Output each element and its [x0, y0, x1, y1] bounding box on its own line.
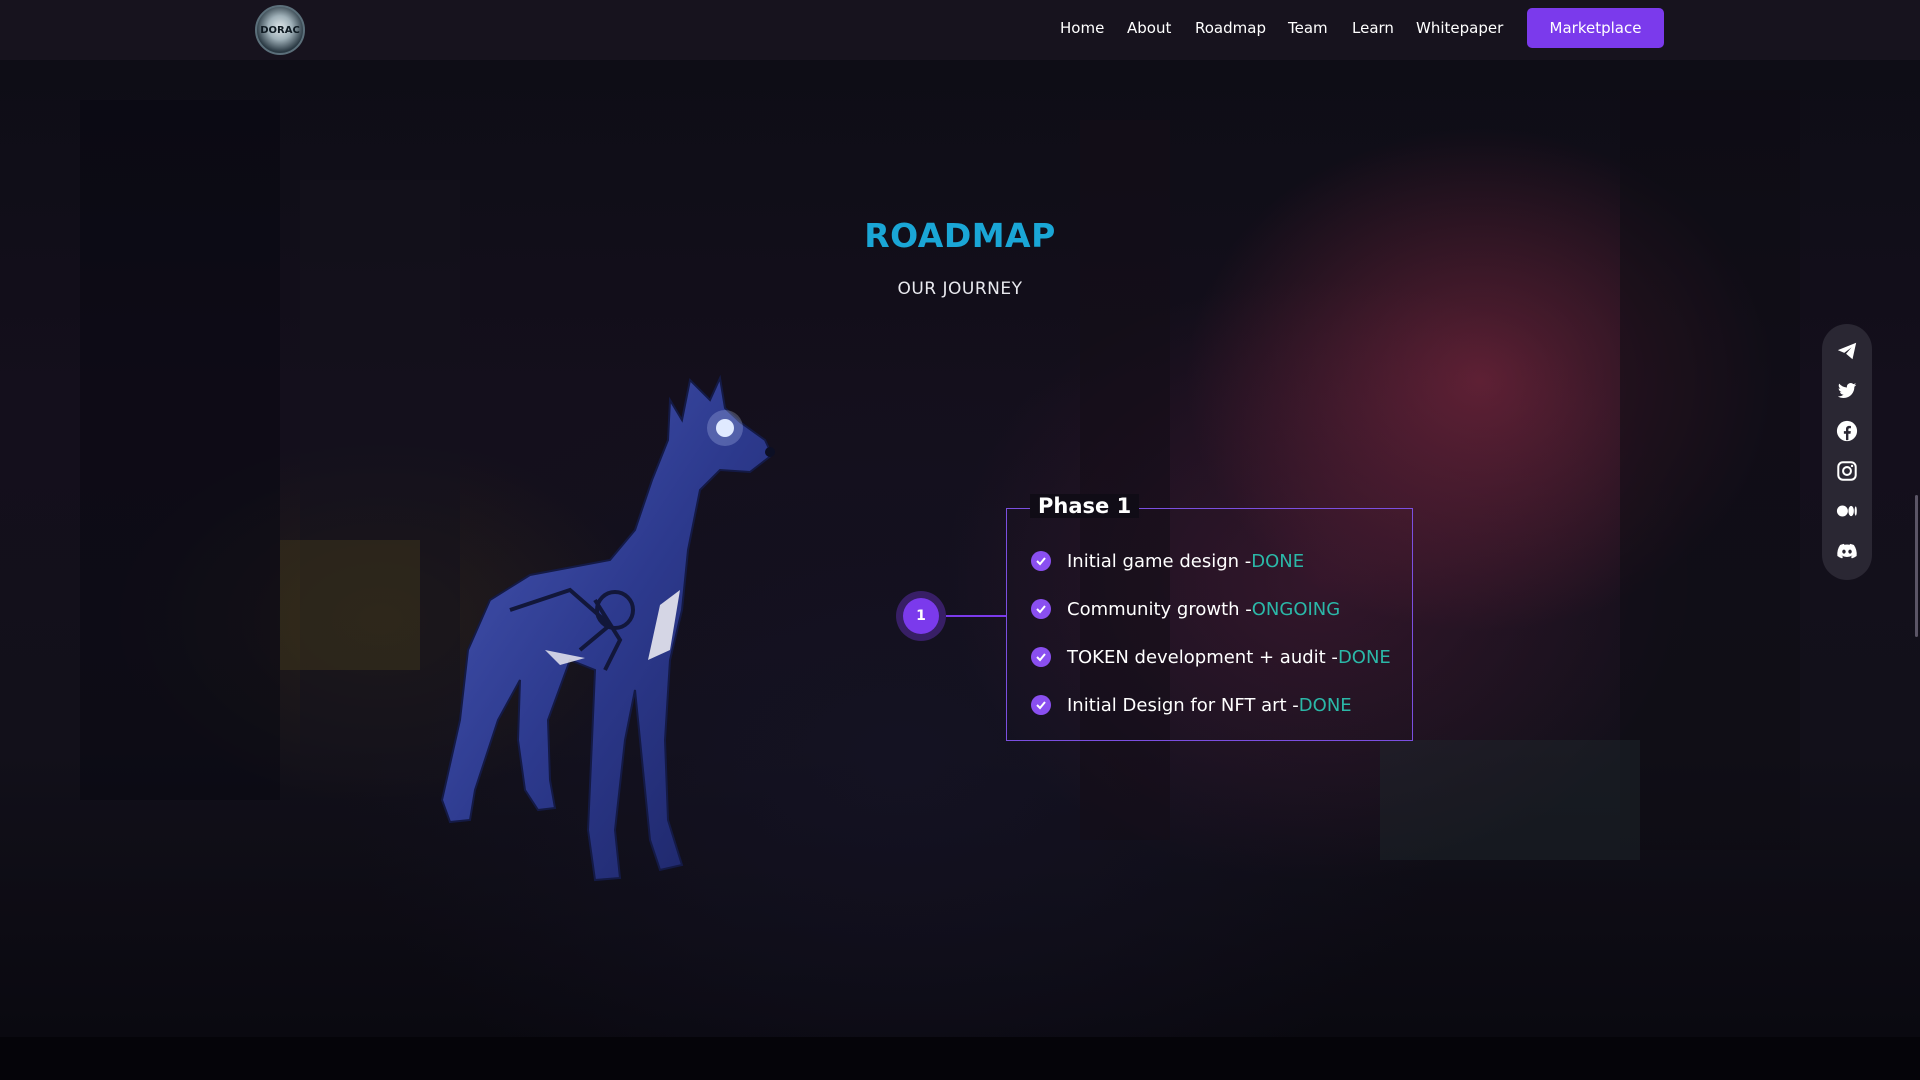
social-sidebar: [1822, 324, 1872, 580]
nav-team[interactable]: Team: [1288, 19, 1328, 37]
footer-band: [0, 1037, 1920, 1080]
building-silhouette: [80, 100, 280, 800]
page-scrollbar[interactable]: [1915, 495, 1918, 637]
section-title: ROADMAP: [864, 216, 1056, 255]
phase-item: Initial game design - DONE: [1031, 549, 1304, 573]
check-icon: [1031, 647, 1051, 667]
phase-item-status: ONGOING: [1251, 598, 1341, 620]
dorac-logo[interactable]: DORAC: [255, 5, 305, 55]
top-nav-bar: DORAC Home About Roadmap Team Learn Whit…: [0, 0, 1920, 60]
medium-icon[interactable]: [1836, 500, 1858, 522]
nav-learn[interactable]: Learn: [1352, 19, 1394, 37]
phase-item-text: TOKEN development + audit -: [1067, 646, 1338, 668]
logo-text: DORAC: [260, 24, 300, 36]
twitter-icon[interactable]: [1836, 380, 1858, 402]
facebook-icon[interactable]: [1836, 420, 1858, 442]
phase-item: Community growth - ONGOING: [1031, 597, 1340, 621]
section-subtitle: OUR JOURNEY: [897, 279, 1023, 299]
phase-item-text: Initial game design -: [1067, 550, 1252, 572]
phase-item-text: Initial Design for NFT art -: [1067, 694, 1299, 716]
nav-about[interactable]: About: [1127, 19, 1171, 37]
discord-icon[interactable]: [1836, 540, 1858, 562]
instagram-icon[interactable]: [1836, 460, 1858, 482]
phase-item-text: Community growth -: [1067, 598, 1252, 620]
background-scene: [0, 60, 1920, 1037]
check-icon: [1031, 695, 1051, 715]
nav-whitepaper[interactable]: Whitepaper: [1416, 19, 1503, 37]
phase-item-status: DONE: [1298, 694, 1352, 716]
lit-window: [280, 540, 420, 670]
phase-title: Phase 1: [1030, 494, 1140, 518]
phase-item: TOKEN development + audit - DONE: [1031, 645, 1391, 669]
nav-home[interactable]: Home: [1060, 19, 1104, 37]
building-silhouette: [1620, 90, 1800, 850]
street-structure: [1380, 740, 1640, 860]
phase-item-status: DONE: [1251, 550, 1305, 572]
nav-roadmap[interactable]: Roadmap: [1195, 19, 1266, 37]
timeline-connector: [946, 615, 1006, 617]
marketplace-button[interactable]: Marketplace: [1527, 8, 1664, 48]
doberman-illustration: [440, 374, 775, 882]
phase-item: Initial Design for NFT art - DONE: [1031, 693, 1352, 717]
check-icon: [1031, 551, 1051, 571]
phase-item-status: DONE: [1337, 646, 1391, 668]
check-icon: [1031, 599, 1051, 619]
telegram-icon[interactable]: [1836, 340, 1858, 362]
timeline-node: 1: [896, 591, 946, 641]
timeline-node-number: 1: [903, 598, 939, 634]
